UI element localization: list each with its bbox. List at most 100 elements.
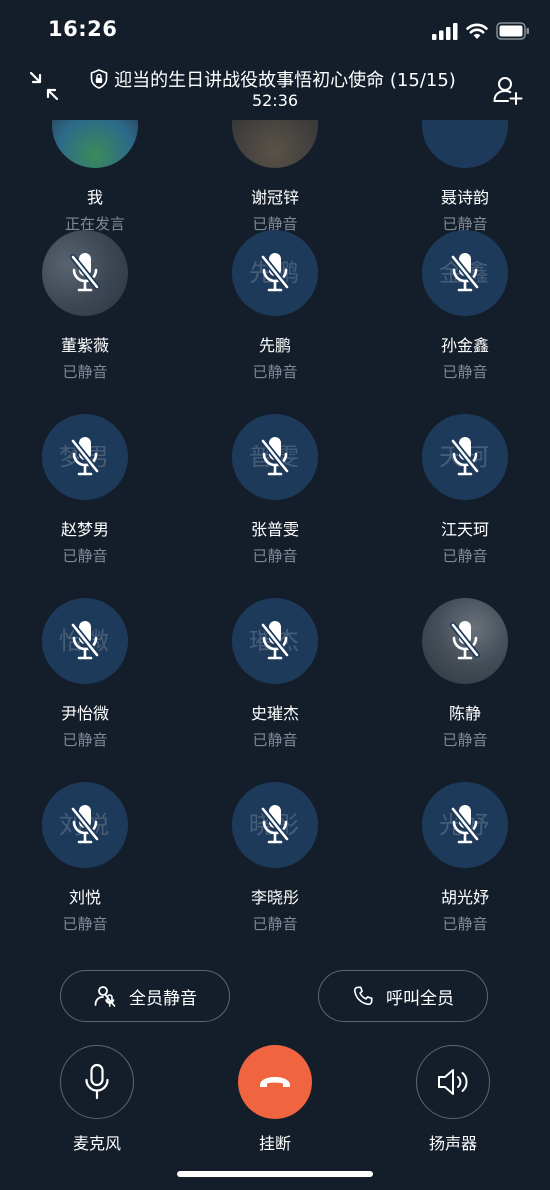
avatar: 刘悦 (42, 782, 128, 868)
mic-muted-icon (70, 805, 100, 844)
mute-all-icon (94, 986, 116, 1007)
participant-card[interactable]: 刘悦 刘悦 已静音 (0, 782, 180, 942)
mic-muted-icon (450, 437, 480, 476)
participant-card[interactable]: 先鹏 先鹏 已静音 (180, 230, 370, 390)
status-bar: 16:26 (0, 0, 550, 56)
participant-name: 史璀杰 (250, 704, 299, 723)
meeting-title: 迎当的生日讲战役故事悟初心使命 (15/15) (114, 70, 456, 91)
participant-card[interactable]: 天珂 江天珂 已静音 (370, 414, 550, 574)
participant-card[interactable]: 普雯 张普雯 已静音 (180, 414, 370, 574)
battery-icon (496, 22, 529, 40)
wifi-icon (466, 23, 488, 39)
participant-name: 刘悦 (68, 888, 101, 907)
participant-card[interactable]: 梦男 赵梦男 已静音 (0, 414, 180, 574)
avatar: 普雯 (232, 414, 318, 500)
participant-name: 李晓彤 (250, 888, 299, 907)
avatar (42, 230, 128, 316)
participant-name: 陈静 (448, 704, 481, 723)
home-indicator[interactable] (177, 1171, 373, 1177)
microphone-icon (85, 1063, 109, 1100)
participant-name: 聂诗韵 (440, 188, 489, 207)
status-time: 16:26 (48, 17, 118, 41)
participant-status: 已静音 (252, 363, 298, 381)
participant-status: 已静音 (442, 731, 488, 749)
add-participant-button[interactable] (492, 74, 524, 106)
avatar (52, 120, 138, 168)
participant-name: 胡光妤 (440, 888, 489, 907)
speaker-icon (438, 1069, 468, 1095)
call-duration: 52:36 (251, 91, 299, 110)
participant-card[interactable]: 董紫薇 已静音 (0, 230, 180, 390)
participant-status: 已静音 (252, 731, 298, 749)
mic-muted-icon (450, 621, 480, 660)
participant-name: 董紫薇 (60, 336, 109, 355)
participant-status: 已静音 (442, 547, 488, 565)
meeting-title-row: 迎当的生日讲战役故事悟初心使命 (15/15) (66, 66, 480, 92)
hangup-label: 挂断 (258, 1134, 291, 1153)
phone-icon (353, 986, 373, 1006)
participant-status: 已静音 (252, 547, 298, 565)
participant-name: 谢冠锌 (250, 188, 299, 207)
mic-muted-icon (70, 437, 100, 476)
call-all-label: 呼叫全员 (386, 988, 454, 1009)
participant-name: 张普雯 (250, 520, 299, 539)
shield-lock-icon (90, 69, 108, 89)
participant-status: 已静音 (62, 731, 108, 749)
call-all-button[interactable]: 呼叫全员 (318, 970, 488, 1022)
avatar: 怡微 (42, 598, 128, 684)
hangup-button[interactable] (238, 1045, 312, 1119)
participant-card[interactable]: 我 正在发言 (0, 120, 190, 242)
avatar: 金鑫 (422, 230, 508, 316)
speaker-button[interactable] (416, 1045, 490, 1119)
mic-muted-icon (70, 253, 100, 292)
participant-name: 江天珂 (440, 520, 489, 539)
avatar (422, 598, 508, 684)
participant-grid: 我 正在发言 谢冠锌 已静音 聂诗韵 已静音 董紫薇 已静音 先鹏 先鹏 已静音… (0, 120, 550, 950)
mic-muted-icon (260, 805, 290, 844)
avatar (422, 120, 508, 168)
participant-card[interactable]: 璀杰 史璀杰 已静音 (180, 598, 370, 758)
participant-status: 已静音 (252, 915, 298, 933)
participant-name: 孙金鑫 (440, 336, 489, 355)
hangup-phone-icon (260, 1077, 290, 1087)
participant-name: 赵梦男 (60, 520, 109, 539)
avatar: 璀杰 (232, 598, 318, 684)
status-icons (432, 20, 530, 42)
add-user-icon (493, 77, 523, 105)
mic-muted-icon (260, 621, 290, 660)
participant-card[interactable]: 谢冠锌 已静音 (180, 120, 370, 242)
participant-status: 已静音 (442, 915, 488, 933)
participant-status: 已静音 (442, 363, 488, 381)
mic-muted-icon (450, 253, 480, 292)
participant-card[interactable]: 怡微 尹怡微 已静音 (0, 598, 180, 758)
participant-name: 尹怡微 (60, 704, 109, 723)
participant-name: 我 (86, 188, 103, 207)
speaker-control[interactable]: 扬声器 (378, 1045, 528, 1155)
avatar (232, 120, 318, 168)
participant-card[interactable]: 光妤 胡光妤 已静音 (370, 782, 550, 942)
microphone-control[interactable]: 麦克风 (22, 1045, 172, 1155)
participant-status: 已静音 (62, 547, 108, 565)
avatar: 光妤 (422, 782, 508, 868)
avatar: 先鹏 (232, 230, 318, 316)
microphone-label: 麦克风 (72, 1134, 121, 1153)
hangup-control[interactable]: 挂断 (200, 1045, 350, 1155)
cellular-signal-icon (432, 23, 458, 40)
mic-muted-icon (450, 805, 480, 844)
avatar: 晓彤 (232, 782, 318, 868)
mic-muted-icon (70, 621, 100, 660)
participant-name: 先鹏 (258, 336, 291, 355)
participant-card[interactable]: 金鑫 孙金鑫 已静音 (370, 230, 550, 390)
mic-muted-icon (260, 437, 290, 476)
avatar: 梦男 (42, 414, 128, 500)
mute-all-button[interactable]: 全员静音 (60, 970, 230, 1022)
participant-card[interactable]: 晓彤 李晓彤 已静音 (180, 782, 370, 942)
mic-muted-icon (260, 253, 290, 292)
microphone-button[interactable] (60, 1045, 134, 1119)
participant-card[interactable]: 陈静 已静音 (370, 598, 550, 758)
participant-card[interactable]: 聂诗韵 已静音 (370, 120, 550, 242)
meeting-header: 迎当的生日讲战役故事悟初心使命 (15/15) 52:36 (0, 56, 550, 120)
participant-status: 已静音 (62, 363, 108, 381)
speaker-label: 扬声器 (428, 1134, 477, 1153)
participant-status: 已静音 (62, 915, 108, 933)
